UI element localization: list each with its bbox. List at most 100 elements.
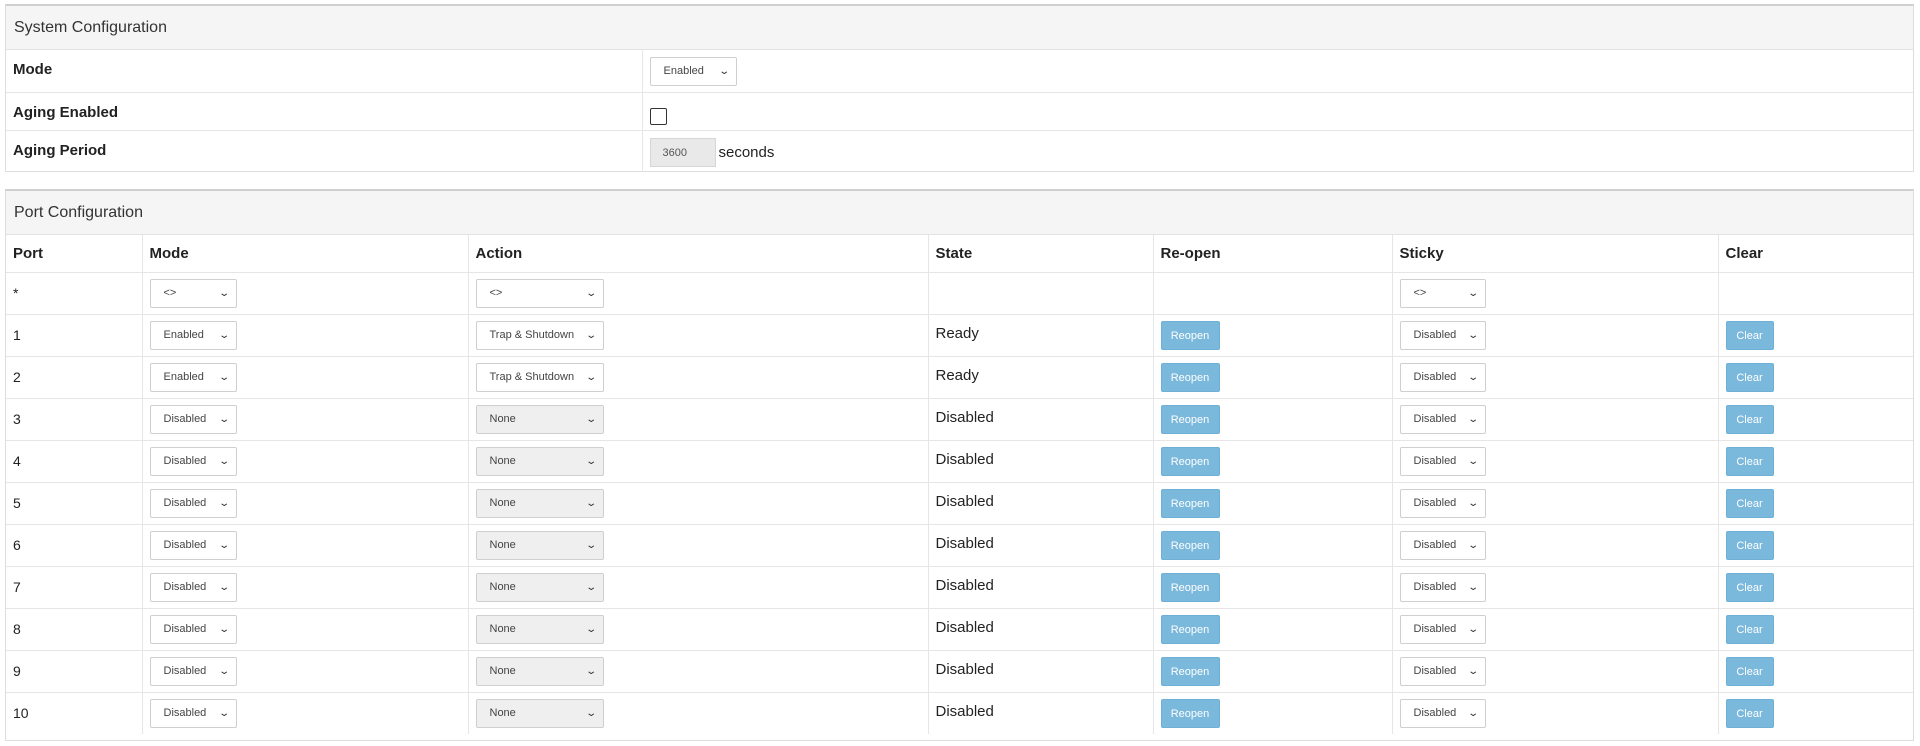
port-mode-select[interactable]: Disabled ⌄ — [149, 446, 237, 476]
chevron-down-icon: ⌄ — [585, 371, 598, 383]
chevron-down-icon: ⌄ — [218, 707, 231, 719]
port-mode-value: Disabled — [163, 538, 207, 551]
chevron-down-icon: ⌄ — [585, 539, 598, 551]
reopen-button[interactable]: Reopen — [1160, 362, 1220, 392]
column-header-clear: Clear — [1718, 235, 1913, 273]
port-action-select[interactable]: None ⌄ — [475, 446, 604, 476]
system-mode-value: Enabled — [663, 65, 704, 77]
aging-period-label: Aging Period — [6, 130, 643, 172]
table-row: 8 Disabled ⌄ None ⌄ Disabled Reopen Disabled ⌄ Cl… — [6, 608, 1913, 651]
reopen-button[interactable]: Reopen — [1160, 404, 1220, 434]
aging-enabled-checkbox[interactable] — [649, 107, 667, 125]
port-action-select[interactable]: None ⌄ — [475, 530, 604, 560]
port-state: Disabled — [928, 482, 1154, 525]
port-state: Disabled — [928, 650, 1154, 693]
port-state: Disabled — [928, 524, 1154, 567]
port-action-select[interactable]: None ⌄ — [475, 698, 604, 728]
port-sticky-select[interactable]: Disabled ⌄ — [1399, 488, 1486, 518]
port-mode-value: Disabled — [163, 580, 207, 593]
port-mode-value: Enabled — [163, 370, 204, 383]
clear-button[interactable]: Clear — [1725, 572, 1774, 602]
column-header-reopen: Re-open — [1153, 235, 1393, 273]
port-sticky-select[interactable]: Disabled ⌄ — [1399, 530, 1486, 560]
clear-button[interactable]: Clear — [1725, 404, 1774, 434]
port-mode-select[interactable]: Enabled ⌄ — [149, 362, 237, 392]
chevron-down-icon: ⌄ — [218, 539, 231, 551]
chevron-down-icon: ⌄ — [585, 329, 598, 341]
clear-button[interactable]: Clear — [1725, 530, 1774, 560]
port-cell: * — [6, 272, 143, 315]
port-sticky-select[interactable]: Disabled ⌄ — [1399, 614, 1486, 644]
aging-period-input[interactable]: 3600 — [649, 137, 716, 167]
chevron-down-icon: ⌄ — [1467, 497, 1480, 509]
reopen-button[interactable]: Reopen — [1160, 614, 1220, 644]
port-mode-select[interactable]: Disabled ⌄ — [149, 614, 237, 644]
chevron-down-icon: ⌄ — [218, 581, 231, 593]
port-mode-value: Disabled — [163, 496, 207, 509]
port-cell: 1 — [6, 314, 143, 357]
clear-button[interactable]: Clear — [1725, 656, 1774, 686]
reopen-button[interactable]: Reopen — [1160, 530, 1220, 560]
port-action-select[interactable]: None ⌄ — [475, 656, 604, 686]
reopen-button[interactable]: Reopen — [1160, 572, 1220, 602]
port-action-select[interactable]: None ⌄ — [475, 488, 604, 518]
port-mode-select[interactable]: Disabled ⌄ — [149, 698, 237, 728]
table-row: 6 Disabled ⌄ None ⌄ Disabled Reopen Disabled ⌄ Cl… — [6, 524, 1913, 567]
system-configuration-panel: System Configuration Mode Enabled ⌄ Agin… — [5, 4, 1914, 172]
column-header-sticky: Sticky — [1392, 235, 1719, 273]
port-action-value: Trap & Shutdown — [489, 328, 575, 341]
clear-button[interactable]: Clear — [1725, 614, 1774, 644]
port-action-value: None — [489, 412, 516, 425]
port-sticky-select[interactable]: Disabled ⌄ — [1399, 572, 1486, 602]
all-sticky-select[interactable]: <> ⌄ — [1399, 278, 1486, 308]
port-mode-select[interactable]: Disabled ⌄ — [149, 572, 237, 602]
port-sticky-select[interactable]: Disabled ⌄ — [1399, 404, 1486, 434]
port-sticky-select[interactable]: Disabled ⌄ — [1399, 698, 1486, 728]
port-mode-select[interactable]: Enabled ⌄ — [149, 320, 237, 350]
clear-button[interactable]: Clear — [1725, 446, 1774, 476]
port-cell: 8 — [6, 608, 143, 651]
port-action-value: None — [489, 664, 516, 677]
table-row: 2 Enabled ⌄ Trap & Shutdown ⌄ Ready Reopen Disa… — [6, 356, 1913, 399]
reopen-button[interactable]: Reopen — [1160, 320, 1220, 350]
port-sticky-select[interactable]: Disabled ⌄ — [1399, 656, 1486, 686]
clear-button[interactable]: Clear — [1725, 320, 1774, 350]
chevron-down-icon: ⌄ — [585, 623, 598, 635]
port-sticky-value: Disabled — [1413, 706, 1457, 719]
column-header-action: Action — [468, 235, 929, 273]
port-action-select[interactable]: None ⌄ — [475, 614, 604, 644]
port-action-select[interactable]: Trap & Shutdown ⌄ — [475, 320, 604, 350]
port-mode-select[interactable]: Disabled ⌄ — [149, 404, 237, 434]
chevron-down-icon: ⌄ — [585, 581, 598, 593]
clear-button[interactable]: Clear — [1725, 488, 1774, 518]
system-mode-select[interactable]: Enabled ⌄ — [649, 57, 737, 86]
all-action-select[interactable]: <> ⌄ — [475, 278, 604, 308]
port-action-select[interactable]: Trap & Shutdown ⌄ — [475, 362, 604, 392]
reopen-button[interactable]: Reopen — [1160, 446, 1220, 476]
port-sticky-value: Disabled — [1413, 370, 1457, 383]
port-mode-select[interactable]: Disabled ⌄ — [149, 656, 237, 686]
port-action-select[interactable]: None ⌄ — [475, 404, 604, 434]
chevron-down-icon: ⌄ — [218, 371, 231, 383]
reopen-button[interactable]: Reopen — [1160, 488, 1220, 518]
port-mode-select[interactable]: Disabled ⌄ — [149, 488, 237, 518]
port-action-select[interactable]: None ⌄ — [475, 572, 604, 602]
port-sticky-select[interactable]: Disabled ⌄ — [1399, 446, 1486, 476]
reopen-button[interactable]: Reopen — [1160, 698, 1220, 728]
port-mode-value: Disabled — [163, 454, 207, 467]
port-sticky-value: Disabled — [1413, 538, 1457, 551]
port-cell: 2 — [6, 356, 143, 399]
port-state: Disabled — [928, 692, 1154, 734]
clear-button[interactable]: Clear — [1725, 362, 1774, 392]
port-mode-select[interactable]: Disabled ⌄ — [149, 530, 237, 560]
table-row-all-ports: * <> ⌄ <> ⌄ <> ⌄ — [6, 272, 1913, 315]
mode-label: Mode — [6, 50, 643, 93]
port-sticky-select[interactable]: Disabled ⌄ — [1399, 362, 1486, 392]
all-mode-select[interactable]: <> ⌄ — [149, 278, 237, 308]
port-cell: 6 — [6, 524, 143, 567]
clear-button[interactable]: Clear — [1725, 698, 1774, 728]
port-mode-value: Disabled — [163, 706, 207, 719]
column-header-port: Port — [6, 235, 143, 273]
reopen-button[interactable]: Reopen — [1160, 656, 1220, 686]
port-sticky-select[interactable]: Disabled ⌄ — [1399, 320, 1486, 350]
